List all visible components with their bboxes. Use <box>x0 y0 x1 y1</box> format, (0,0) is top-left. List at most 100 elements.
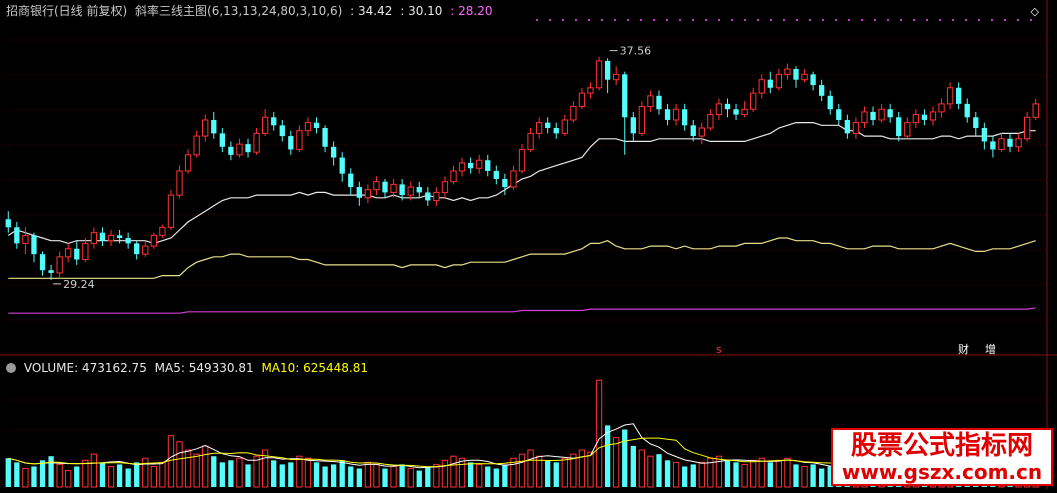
candle-body-down <box>844 119 851 134</box>
volume-bar-down <box>279 464 285 487</box>
signal-dot <box>900 19 902 21</box>
signal-dot <box>939 19 941 21</box>
volume-bar-up <box>184 449 192 488</box>
volume-bar-up <box>698 461 705 488</box>
volume-bar-down <box>630 445 636 487</box>
volume-bar-up <box>193 453 200 488</box>
volume-bar-down <box>682 466 688 487</box>
candle-body-down <box>827 95 833 110</box>
volume-bar-up <box>476 463 483 488</box>
volume-bar-up <box>758 457 765 488</box>
candle-body-down <box>1007 138 1013 147</box>
volume-bar-down <box>724 460 731 487</box>
volume-bar-up <box>65 470 72 488</box>
signal-dot <box>783 19 785 21</box>
signal-dot <box>627 19 629 21</box>
candle-body-up <box>595 60 603 89</box>
signal-dot <box>653 19 655 21</box>
volume-bar-up <box>22 468 29 488</box>
volume-bar-down <box>604 425 611 487</box>
volume-bar-up <box>647 455 654 488</box>
indicator-name: 斜率三线主图(6,13,13,24,80,3,10,6) <box>135 4 343 18</box>
candle-body-up <box>1015 138 1022 148</box>
candle-body-up <box>390 183 397 193</box>
signal-dot <box>692 19 694 21</box>
indicator-value-2: : 30.10 <box>400 4 443 18</box>
panel-options-icon[interactable] <box>6 363 16 373</box>
watermark-title: 股票公式指标网 <box>850 431 1033 461</box>
candle-body-up <box>364 189 372 199</box>
volume-bar-down <box>690 464 696 487</box>
volume-bar-up <box>672 461 680 488</box>
yellow-indicator-line <box>8 237 1036 279</box>
candle-body-up <box>167 194 175 228</box>
volume-bar-down <box>313 462 320 487</box>
candle-body-down <box>964 103 970 118</box>
volume-bar-up <box>107 465 115 488</box>
signal-dot <box>913 19 915 21</box>
signal-dot <box>666 19 668 21</box>
volume-bar-down <box>485 466 491 487</box>
volume-bar-up <box>176 441 183 488</box>
s-marker[interactable]: s <box>716 344 722 356</box>
volume-bar-up <box>587 451 594 488</box>
candle-body-up <box>159 226 166 236</box>
signal-dot <box>744 19 746 21</box>
volume-bar-down <box>656 454 662 487</box>
volume-panel-header: VOLUME: 473162.75 MA5: 549330.81 MA10: 6… <box>6 361 372 375</box>
candle-body-down <box>416 187 422 193</box>
candle-body-down <box>134 243 140 255</box>
volume-bar-down <box>271 460 277 487</box>
signal-dot <box>965 19 967 21</box>
signal-dot <box>978 19 980 21</box>
candle-body-down <box>219 133 225 147</box>
candle-body-down <box>870 111 876 120</box>
volume-bar-up <box>373 463 380 488</box>
zeng-badge[interactable]: 增 <box>985 344 996 356</box>
candle-body-up <box>535 122 543 134</box>
volume-bar-down <box>228 460 234 487</box>
cai-badge[interactable]: 财 <box>958 344 969 356</box>
volume-bar-down <box>382 468 388 487</box>
signal-dot <box>757 19 759 21</box>
candle-body-up <box>578 92 586 108</box>
candle-body-down <box>836 109 842 120</box>
volume-bar-down <box>793 464 799 487</box>
volume-bar-down <box>99 462 106 487</box>
signal-dot <box>835 19 837 21</box>
candle-body-up <box>561 119 568 134</box>
volume-bar-up <box>433 463 440 488</box>
volume-bar-down <box>348 466 354 487</box>
signal-dot <box>562 19 564 21</box>
volume-bar-up <box>253 455 260 488</box>
candle-body-up <box>672 108 680 121</box>
candle-body-down <box>425 192 431 201</box>
candle-body-down <box>896 117 902 137</box>
volume-bar-up <box>775 459 783 488</box>
candle-body-down <box>31 235 37 255</box>
volume-bar-up <box>407 468 414 488</box>
volume-bar-up <box>450 455 457 488</box>
candle-body-down <box>810 74 816 86</box>
candle-body-down <box>356 187 362 198</box>
candle-body-down <box>313 122 320 129</box>
candle-body-up <box>90 232 98 244</box>
volume-bar-up <box>390 465 397 488</box>
candle-body-down <box>733 109 739 115</box>
volume-bar-up <box>56 463 63 488</box>
candle-body-up <box>202 119 209 137</box>
chevron-up-icon[interactable]: ◇ <box>1031 5 1039 18</box>
candle-body-up <box>938 103 945 113</box>
signal-dot <box>861 19 863 21</box>
signal-dot <box>705 19 707 21</box>
candle-body-down <box>288 136 294 150</box>
volume-bar-down <box>330 464 337 487</box>
candle-body-down <box>99 232 106 241</box>
signal-dot <box>1017 19 1019 21</box>
candle-body-up <box>861 111 868 124</box>
candle-body-up <box>142 245 149 255</box>
candle-body-down <box>973 117 979 129</box>
candle-body-down <box>887 109 893 118</box>
candle-body-up <box>912 114 920 124</box>
volume-bar-up <box>364 461 372 488</box>
